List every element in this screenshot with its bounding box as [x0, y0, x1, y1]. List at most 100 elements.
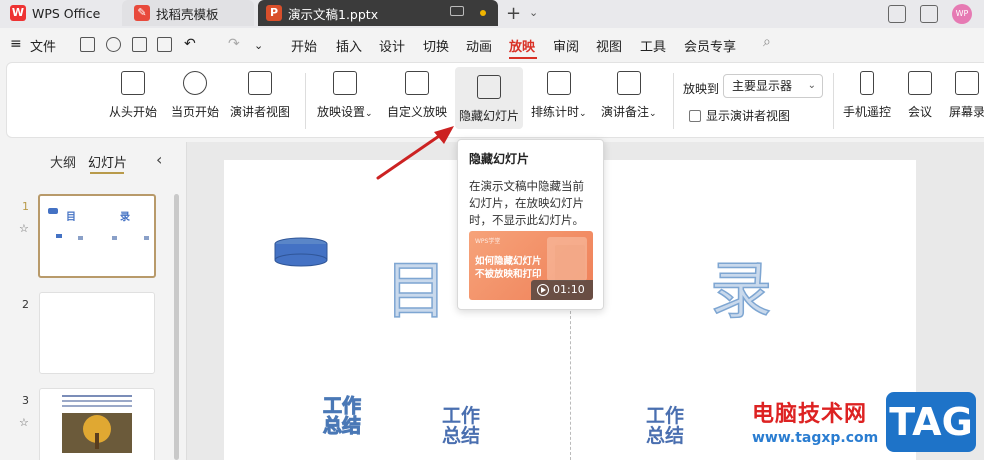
cube-icon[interactable] — [920, 5, 938, 23]
print-icon[interactable] — [132, 37, 147, 52]
new-tab-button[interactable]: + — [506, 3, 521, 24]
slide-thumbnail-3[interactable] — [39, 388, 155, 460]
svg-text:目: 目 — [66, 211, 76, 223]
tab-label: WPS Office — [32, 5, 101, 21]
menu-tab-animation[interactable]: 动画 — [466, 36, 492, 55]
slideshow-settings-button[interactable]: 放映设置⌄ — [317, 71, 373, 120]
play-from-start-icon — [121, 71, 145, 95]
slide-number: 1 — [22, 200, 29, 213]
video-duration-badge: 01:10 — [531, 280, 593, 300]
tooltip-video[interactable]: WPS学堂 如何隐藏幻灯片 不被放映和打印 01:10 — [469, 231, 593, 300]
custom-show-button[interactable]: 自定义放映 — [387, 71, 447, 120]
speaker-notes-button[interactable]: 演讲备注⌄ — [601, 71, 657, 120]
checkbox-box[interactable] — [689, 109, 701, 122]
button-label: 放映设置 — [317, 105, 366, 119]
menu-tab-home[interactable]: 开始 — [291, 36, 317, 55]
video-caption-line: 如何隐藏幻灯片 — [475, 256, 542, 267]
slide-panel: 大纲 幻灯片 ‹ 1 ☆ 目 录 2 3 ☆ — [0, 142, 186, 460]
play-current-button[interactable]: 当页开始 — [171, 71, 219, 120]
ribbon-slideshow: 从头开始 当页开始 演讲者视图 放映设置⌄ 自定义放映 隐藏幻灯片 排练计时⌄ … — [6, 62, 984, 138]
ribbon-divider — [673, 73, 674, 129]
tab-daoke-templates[interactable]: ✎ 找稻壳模板 — [122, 0, 254, 26]
menu-tab-slideshow[interactable]: 放映 — [509, 36, 535, 55]
menu-bar: ≡ 文件 ↶ ↷ ⌄ 开始 插入 设计 切换 动画 放映 审阅 视图 工具 会员… — [0, 30, 984, 60]
meeting-button[interactable]: 会议 — [908, 71, 932, 120]
button-label: 排练计时 — [531, 105, 580, 119]
svg-text:录: 录 — [120, 211, 130, 223]
display-to-label: 放映到 — [683, 82, 720, 96]
button-label: 当页开始 — [171, 105, 220, 119]
slide-number: 3 — [22, 394, 29, 407]
slide-title-left: 目 — [384, 253, 448, 328]
button-label: 隐藏幻灯片 — [459, 109, 520, 123]
monitor-icon[interactable] — [450, 6, 464, 16]
phone-remote-icon — [860, 71, 874, 95]
hamburger-icon[interactable]: ≡ — [10, 36, 22, 52]
menu-tab-member[interactable]: 会员专享 — [684, 36, 736, 55]
play-from-start-button[interactable]: 从头开始 — [109, 71, 157, 120]
button-label: 演讲者视图 — [230, 105, 291, 119]
video-duration: 01:10 — [553, 283, 585, 296]
tab-label: 找稻壳模板 — [156, 6, 219, 22]
wps-logo-icon: WPS学堂 — [475, 238, 501, 245]
menu-tab-view[interactable]: 视图 — [596, 36, 622, 55]
slide-number: 2 — [22, 298, 29, 311]
button-label: 屏幕录 — [949, 105, 984, 119]
presenter-view-button[interactable]: 演讲者视图 — [230, 71, 290, 120]
menu-tab-review[interactable]: 审阅 — [553, 36, 579, 55]
menu-tab-transition[interactable]: 切换 — [423, 36, 449, 55]
active-tab-underline — [509, 57, 537, 59]
menu-file[interactable]: 文件 — [30, 36, 56, 55]
tab-slides[interactable]: 幻灯片 — [88, 152, 127, 171]
hide-slide-button[interactable]: 隐藏幻灯片 — [455, 67, 524, 129]
screen-record-button[interactable]: 屏幕录 — [949, 71, 984, 120]
rehearse-timing-button[interactable]: 排练计时⌄ — [531, 71, 587, 120]
meeting-icon — [908, 71, 932, 95]
save-icon[interactable] — [80, 37, 95, 52]
tab-outline[interactable]: 大纲 — [50, 152, 76, 171]
presenter-view-checkbox[interactable]: 显示演讲者视图 — [689, 107, 790, 124]
rehearse-timing-icon — [546, 71, 571, 95]
star-icon: ☆ — [19, 222, 29, 235]
menu-tab-design[interactable]: 设计 — [379, 36, 405, 55]
button-label: 演讲备注 — [601, 105, 650, 119]
panel-scrollbar[interactable] — [174, 194, 179, 460]
slide-thumbnail-1[interactable]: 目 录 — [38, 194, 156, 278]
menu-tab-insert[interactable]: 插入 — [336, 36, 362, 55]
title-bar: W WPS Office ✎ 找稻壳模板 P 演示文稿1.pptx + ⌄ WP — [0, 0, 984, 28]
more-chevron-icon[interactable]: ⌄ — [254, 39, 263, 52]
video-caption: 如何隐藏幻灯片 不被放映和打印 — [475, 255, 542, 281]
menu-tab-tools[interactable]: 工具 — [640, 36, 666, 55]
button-label: 会议 — [908, 105, 933, 119]
redo-icon[interactable]: ↷ — [228, 36, 240, 52]
slide-item-3: 工作总结 — [646, 405, 685, 447]
tab-label: 演示文稿1.pptx — [288, 6, 379, 22]
layout-icon[interactable] — [888, 5, 906, 23]
chevron-down-icon[interactable]: ⌄ — [529, 6, 538, 19]
play-icon — [537, 284, 549, 296]
avatar[interactable]: WP — [952, 4, 972, 24]
tab-presentation[interactable]: P 演示文稿1.pptx — [258, 0, 498, 26]
screen-record-icon — [955, 71, 979, 95]
custom-show-icon — [405, 71, 429, 95]
unsaved-dot-icon — [480, 10, 486, 16]
undo-icon[interactable]: ↶ — [184, 36, 196, 52]
video-caption-line: 不被放映和打印 — [475, 269, 542, 280]
slide-item-1: 工作总结 — [323, 395, 362, 437]
wps-logo-icon: W — [10, 5, 26, 21]
watermark-badge: TAG — [886, 392, 976, 452]
phone-remote-button[interactable]: 手机遥控 — [843, 71, 891, 120]
export-icon[interactable] — [106, 37, 121, 52]
collapse-panel-icon[interactable]: ‹ — [156, 150, 162, 169]
hide-slide-tooltip: 隐藏幻灯片 在演示文稿中隐藏当前幻灯片，在放映幻灯片时，不显示此幻灯片。 WPS… — [457, 139, 604, 310]
display-select[interactable]: 主要显示器 ⌄ — [723, 74, 823, 98]
tab-wps-office[interactable]: W WPS Office — [0, 0, 118, 26]
search-icon[interactable]: ⌕ — [763, 34, 771, 50]
button-label: 自定义放映 — [387, 105, 448, 119]
print-preview-icon[interactable] — [157, 37, 172, 52]
dropdown-icon: ⌄ — [649, 109, 657, 119]
presentation-file-icon: P — [266, 5, 282, 21]
display-select-value: 主要显示器 — [732, 79, 793, 93]
speaker-notes-icon — [616, 71, 641, 95]
slide-thumbnail-2[interactable] — [39, 292, 155, 374]
